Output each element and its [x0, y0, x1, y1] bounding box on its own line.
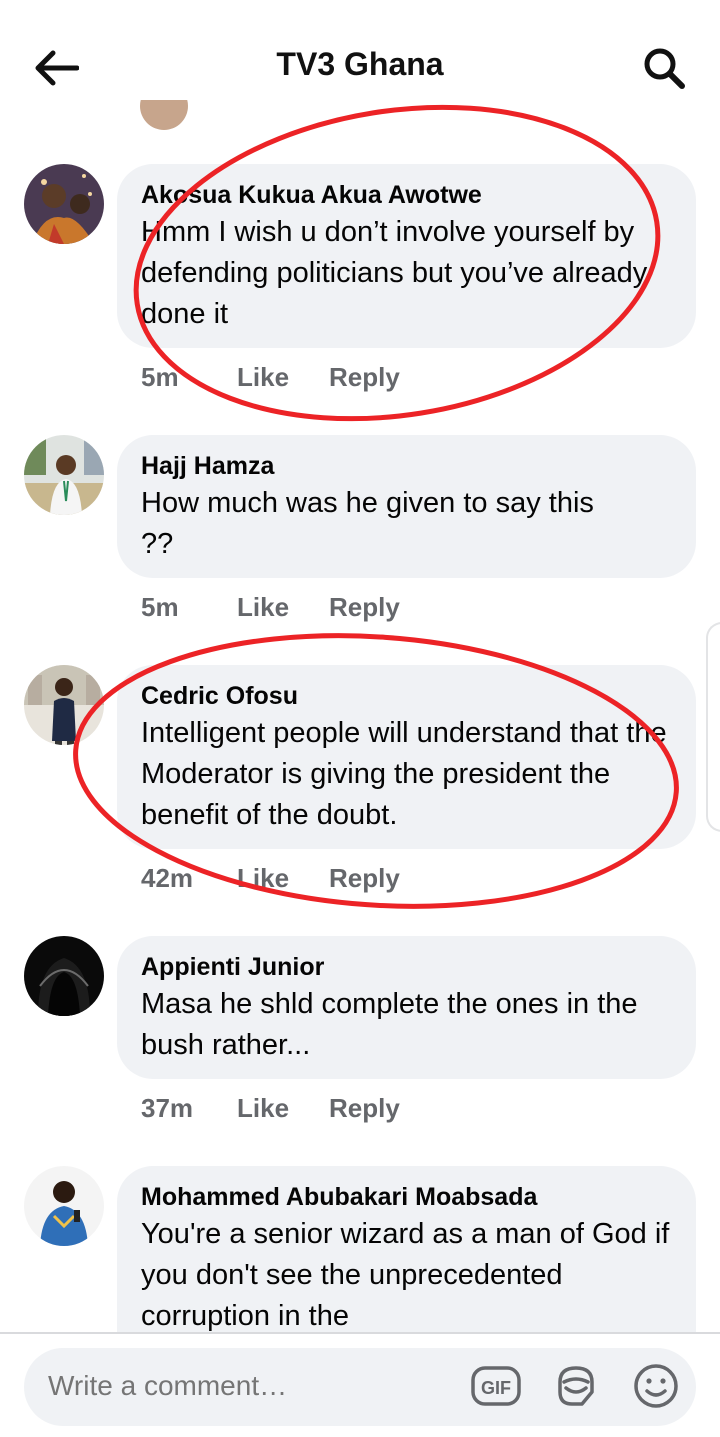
avatar[interactable] — [24, 936, 104, 1016]
page-title: TV3 Ghana — [276, 46, 444, 82]
comment-text: Masa he shld complete the ones in the bu… — [141, 988, 638, 1061]
comment-bubble: Appienti Junior Masa he shld complete th… — [117, 936, 696, 1079]
comment-composer: GIF — [0, 1332, 720, 1437]
search-icon — [644, 48, 685, 89]
comment-actions: 42m Like Reply — [141, 863, 400, 894]
reply-button[interactable]: Reply — [329, 1093, 400, 1124]
comment-item: Mohammed Abubakari Moabsada You're a sen… — [0, 1166, 720, 1332]
comment-time: 5m — [141, 362, 179, 392]
reply-button[interactable]: Reply — [329, 592, 400, 623]
comment-bubble: Cedric Ofosu Intelligent people will und… — [117, 665, 696, 849]
reply-button[interactable]: Reply — [329, 362, 400, 393]
like-button[interactable]: Like — [237, 362, 329, 393]
gif-icon: GIF — [471, 1366, 521, 1406]
comment-text: Hmm I wish u don’t involve yourself by d… — [141, 216, 648, 330]
emoji-icon — [634, 1364, 678, 1408]
gif-button[interactable]: GIF — [470, 1360, 522, 1412]
composer-box: GIF — [24, 1348, 696, 1426]
comment-input[interactable] — [48, 1370, 468, 1402]
avatar[interactable] — [24, 1166, 104, 1246]
comment-time: 37m — [141, 1093, 194, 1123]
comment-author[interactable]: Appienti Junior — [141, 952, 672, 982]
avatar — [140, 100, 188, 130]
sticker-button[interactable] — [550, 1360, 602, 1412]
gif-label: GIF — [481, 1378, 511, 1398]
comment-time: 42m — [141, 863, 194, 893]
comment-author[interactable]: Mohammed Abubakari Moabsada — [141, 1182, 672, 1212]
comment-author[interactable]: Akosua Kukua Akua Awotwe — [141, 180, 672, 210]
like-button[interactable]: Like — [237, 863, 329, 894]
comment-author[interactable]: Cedric Ofosu — [141, 681, 672, 711]
comment-time: 5m — [141, 592, 179, 622]
comment-actions: 5m Like Reply — [141, 592, 400, 623]
scroll-handle[interactable] — [706, 622, 720, 832]
reply-button[interactable]: Reply — [329, 863, 400, 894]
search-button[interactable] — [636, 40, 692, 96]
comment-bubble: Akosua Kukua Akua Awotwe Hmm I wish u do… — [117, 164, 696, 348]
comment-text: You're a senior wizard as a man of God i… — [141, 1218, 670, 1332]
avatar[interactable] — [24, 665, 104, 745]
emoji-button[interactable] — [630, 1360, 682, 1412]
like-button[interactable]: Like — [237, 592, 329, 623]
avatar[interactable] — [24, 164, 104, 244]
comment-text: How much was he given to say this ?? — [141, 487, 594, 560]
partial-comment — [0, 100, 720, 132]
comment-text: Intelligent people will understand that … — [141, 717, 667, 831]
like-button[interactable]: Like — [237, 1093, 329, 1124]
comment-actions: 5m Like Reply — [141, 362, 400, 393]
comment-author[interactable]: Hajj Hamza — [141, 451, 672, 481]
comment-bubble: Mohammed Abubakari Moabsada You're a sen… — [117, 1166, 696, 1332]
comment-bubble: Hajj Hamza How much was he given to say … — [117, 435, 696, 578]
comment-actions: 37m Like Reply — [141, 1093, 400, 1124]
sticker-icon — [558, 1366, 594, 1406]
avatar[interactable] — [24, 435, 104, 515]
